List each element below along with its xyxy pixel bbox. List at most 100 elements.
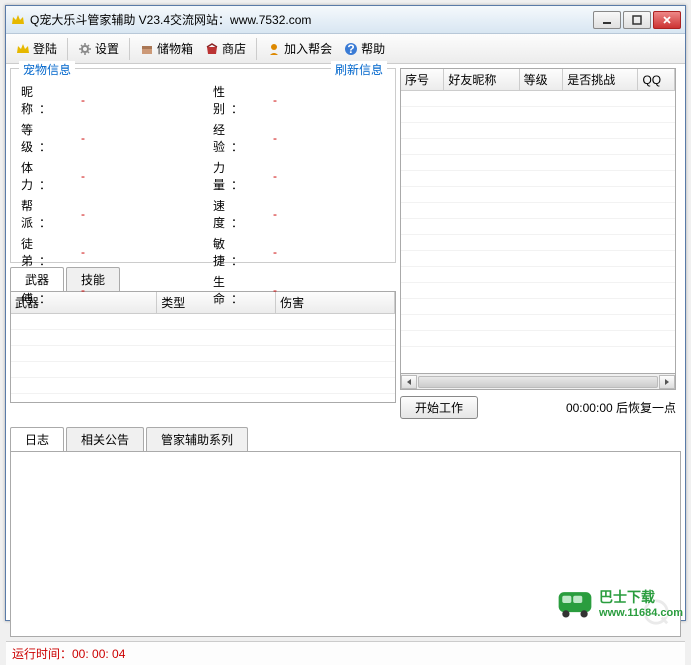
stamina-value: - <box>81 169 85 183</box>
table-row <box>401 187 675 203</box>
nickname-label: 昵 称： <box>21 83 81 117</box>
friends-table[interactable]: 序号 好友昵称 等级 是否挑战 QQ <box>400 68 676 374</box>
weapon-table[interactable]: 武器 类型 伤害 <box>10 291 396 403</box>
life-label: 生 命： <box>213 273 273 307</box>
bus-icon <box>555 583 595 623</box>
agility-value: - <box>273 245 277 259</box>
site-url: www.11684.com <box>599 607 683 619</box>
friends-col-idx[interactable]: 序号 <box>401 69 444 91</box>
storage-label: 储物箱 <box>157 40 193 57</box>
table-row <box>401 123 675 139</box>
settings-label: 设置 <box>95 40 119 57</box>
table-row <box>401 299 675 315</box>
scroll-thumb[interactable] <box>418 376 658 388</box>
tab-notice[interactable]: 相关公告 <box>66 427 144 451</box>
settings-button[interactable]: 设置 <box>72 38 125 59</box>
countdown-label: 00:00:00 后恢复一点 <box>486 399 676 416</box>
help-label: 帮助 <box>361 40 385 57</box>
pet-info-title: 宠物信息 <box>19 61 75 78</box>
table-row <box>401 155 675 171</box>
window-title: Q宠大乐斗管家辅助 V23.4交流网站：www.7532.com <box>30 11 593 28</box>
login-button[interactable]: 登陆 <box>10 38 63 59</box>
tab-log[interactable]: 日志 <box>10 427 64 451</box>
join-button[interactable]: 加入帮会 <box>261 38 338 59</box>
table-row <box>401 267 675 283</box>
master-value: - <box>81 283 85 297</box>
gear-icon <box>78 42 92 56</box>
app-icon <box>10 12 26 28</box>
table-row <box>401 315 675 331</box>
runtime-label: 运行时间：00: 00: 04 <box>12 647 125 661</box>
table-row <box>401 107 675 123</box>
minimize-button[interactable] <box>593 11 621 29</box>
faction-label: 帮 派： <box>21 197 81 231</box>
separator <box>129 38 130 60</box>
scroll-left-arrow[interactable] <box>401 375 417 389</box>
faction-value: - <box>81 207 85 221</box>
separator <box>67 38 68 60</box>
friends-col-level[interactable]: 等级 <box>519 69 563 91</box>
power-label: 力 量： <box>213 159 273 193</box>
table-row <box>401 91 675 107</box>
help-button[interactable]: ? 帮助 <box>338 38 391 59</box>
nickname-value: - <box>81 93 85 107</box>
friends-col-qq[interactable]: QQ <box>638 69 675 91</box>
main-window: Q宠大乐斗管家辅助 V23.4交流网站：www.7532.com 登陆 设置 储… <box>5 5 686 621</box>
horizontal-scrollbar[interactable] <box>400 374 676 390</box>
table-row <box>401 283 675 299</box>
scroll-right-arrow[interactable] <box>659 375 675 389</box>
table-row <box>401 251 675 267</box>
friends-col-challenge[interactable]: 是否挑战 <box>563 69 638 91</box>
exp-value: - <box>273 131 277 145</box>
table-row <box>401 235 675 251</box>
table-row <box>11 362 395 378</box>
apprentice-label: 徒 弟： <box>21 235 81 269</box>
tab-series[interactable]: 管家辅助系列 <box>146 427 248 451</box>
help-icon: ? <box>344 42 358 56</box>
exp-label: 经 验： <box>213 121 273 155</box>
power-value: - <box>273 169 277 183</box>
table-row <box>401 203 675 219</box>
join-icon <box>267 42 281 56</box>
maximize-button[interactable] <box>623 11 651 29</box>
speed-label: 速 度： <box>213 197 273 231</box>
stamina-label: 体 力： <box>21 159 81 193</box>
box-icon <box>140 42 154 56</box>
site-badge: 巴士下载 www.11684.com <box>555 583 683 623</box>
table-row <box>401 171 675 187</box>
level-value: - <box>81 131 85 145</box>
separator <box>256 38 257 60</box>
storage-button[interactable]: 储物箱 <box>134 38 199 59</box>
table-row <box>401 331 675 347</box>
speed-value: - <box>273 207 277 221</box>
level-label: 等 级： <box>21 121 81 155</box>
title-bar: Q宠大乐斗管家辅助 V23.4交流网站：www.7532.com <box>6 6 685 34</box>
agility-label: 敏 捷： <box>213 235 273 269</box>
table-row <box>11 346 395 362</box>
toolbar: 登陆 设置 储物箱 商店 加入帮会 ? 帮助 <box>6 34 685 64</box>
table-row <box>11 378 395 394</box>
crown-icon <box>16 42 30 56</box>
pet-info-group: 宠物信息 刷新信息 昵 称：- 性 别：- 等 级：- 经 验：- 体 力：- … <box>10 68 396 263</box>
join-label: 加入帮会 <box>284 40 332 57</box>
start-work-button[interactable]: 开始工作 <box>400 396 478 419</box>
table-row <box>11 330 395 346</box>
life-value: - <box>273 283 277 297</box>
shop-label: 商店 <box>222 40 246 57</box>
status-bar: 运行时间：00: 00: 04 <box>6 641 685 665</box>
shop-icon <box>205 42 219 56</box>
gender-label: 性 别： <box>213 83 273 117</box>
close-button[interactable] <box>653 11 681 29</box>
svg-text:?: ? <box>347 42 354 56</box>
site-name: 巴士下载 <box>599 587 683 607</box>
table-row <box>401 139 675 155</box>
login-label: 登陆 <box>33 40 57 57</box>
gender-value: - <box>273 93 277 107</box>
apprentice-value: - <box>81 245 85 259</box>
table-row <box>11 314 395 330</box>
shop-button[interactable]: 商店 <box>199 38 252 59</box>
friends-col-nick[interactable]: 好友昵称 <box>444 69 519 91</box>
table-row <box>401 219 675 235</box>
tab-weapon[interactable]: 武器 <box>10 267 64 291</box>
refresh-info-link[interactable]: 刷新信息 <box>331 61 387 78</box>
